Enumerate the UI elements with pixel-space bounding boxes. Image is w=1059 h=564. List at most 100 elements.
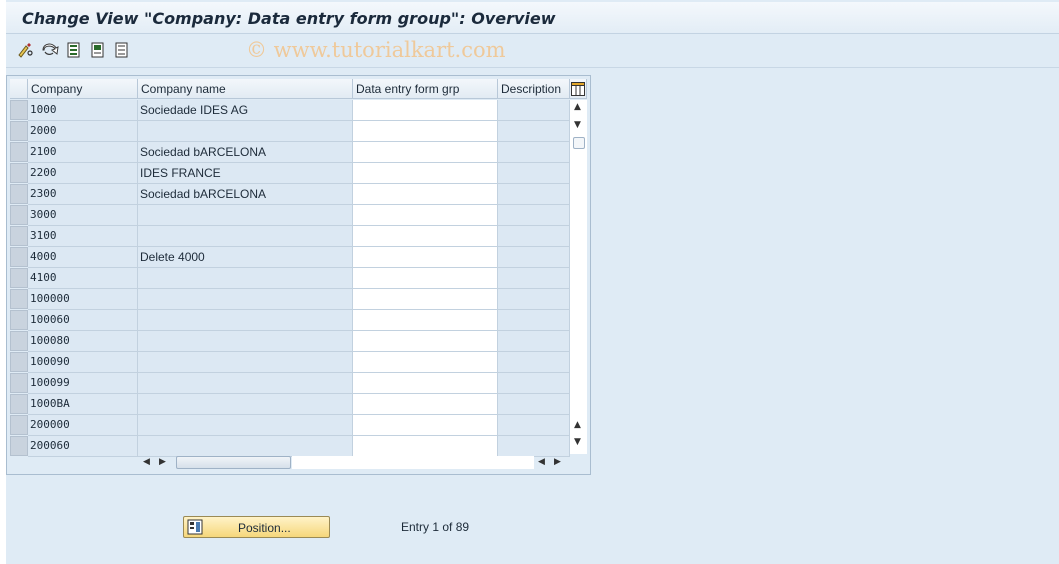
table-row: 4100 bbox=[10, 268, 570, 289]
table-row: 3100 bbox=[10, 226, 570, 247]
select-block-icon bbox=[91, 42, 104, 58]
row-selector[interactable] bbox=[10, 121, 28, 141]
description-cell bbox=[498, 226, 570, 247]
scroll-down-icon[interactable]: ▼ bbox=[574, 120, 581, 130]
scroll-page-down-icon[interactable]: ▼ bbox=[574, 437, 581, 447]
position-icon bbox=[187, 519, 203, 535]
column-header-description[interactable]: Description bbox=[498, 79, 570, 99]
company-code-cell: 3100 bbox=[28, 226, 138, 247]
data-entry-form-grp-input[interactable] bbox=[353, 310, 498, 331]
table-row: 100060 bbox=[10, 310, 570, 331]
row-selector[interactable] bbox=[10, 415, 28, 435]
data-entry-form-grp-input[interactable] bbox=[353, 289, 498, 310]
company-code-cell: 4000 bbox=[28, 247, 138, 268]
display-change-button[interactable] bbox=[16, 40, 36, 60]
table-row: 2100 Sociedad bARCELONA bbox=[10, 142, 570, 163]
scroll-page-up-icon[interactable]: ▲ bbox=[574, 420, 581, 430]
row-selector[interactable] bbox=[10, 100, 28, 120]
vertical-scrollbar[interactable]: ▲ ▼ ▲ ▼ bbox=[570, 100, 587, 454]
data-entry-form-grp-input[interactable] bbox=[353, 226, 498, 247]
company-code-cell: 100090 bbox=[28, 352, 138, 373]
scroll-page-right-icon[interactable]: ▶ bbox=[554, 457, 561, 467]
row-selector[interactable] bbox=[10, 436, 28, 456]
data-entry-form-grp-input[interactable] bbox=[353, 205, 498, 226]
company-code-cell: 200060 bbox=[28, 436, 138, 457]
table-control: Company Company name Data entry form grp… bbox=[6, 75, 591, 475]
select-block-button[interactable] bbox=[88, 40, 108, 60]
sap-window: Change View "Company: Data entry form gr… bbox=[0, 0, 1059, 564]
horizontal-scroll-track[interactable] bbox=[292, 456, 534, 469]
data-entry-form-grp-input[interactable] bbox=[353, 121, 498, 142]
row-selector[interactable] bbox=[10, 394, 28, 414]
company-name-cell: Delete 4000 bbox=[138, 247, 353, 268]
column-header-company-name[interactable]: Company name bbox=[138, 79, 353, 99]
row-selector[interactable] bbox=[10, 142, 28, 162]
data-entry-form-grp-input[interactable] bbox=[353, 163, 498, 184]
data-entry-form-grp-input[interactable] bbox=[353, 415, 498, 436]
row-selector[interactable] bbox=[10, 310, 28, 330]
company-name-cell bbox=[138, 289, 353, 310]
company-code-cell: 2200 bbox=[28, 163, 138, 184]
scroll-left-icon[interactable]: ◀ bbox=[143, 457, 150, 467]
company-code-cell: 2000 bbox=[28, 121, 138, 142]
select-all-rows-button[interactable] bbox=[10, 79, 28, 99]
company-code-cell: 4100 bbox=[28, 268, 138, 289]
page-title: Change View "Company: Data entry form gr… bbox=[22, 9, 556, 28]
scroll-page-left-icon[interactable]: ◀ bbox=[538, 457, 545, 467]
row-selector[interactable] bbox=[10, 184, 28, 204]
data-entry-form-grp-input[interactable] bbox=[353, 184, 498, 205]
company-name-cell bbox=[138, 226, 353, 247]
company-code-cell: 200000 bbox=[28, 415, 138, 436]
horizontal-scrollbar[interactable]: ◀ ▶ ◀ ▶ bbox=[137, 454, 570, 471]
table-row: 2200 IDES FRANCE bbox=[10, 163, 570, 184]
company-name-cell bbox=[138, 121, 353, 142]
data-entry-form-grp-input[interactable] bbox=[353, 142, 498, 163]
description-cell bbox=[498, 184, 570, 205]
row-selector[interactable] bbox=[10, 226, 28, 246]
select-all-icon bbox=[67, 42, 80, 58]
table-row: 100090 bbox=[10, 352, 570, 373]
row-selector[interactable] bbox=[10, 373, 28, 393]
data-entry-form-grp-input[interactable] bbox=[353, 352, 498, 373]
row-selector[interactable] bbox=[10, 352, 28, 372]
description-cell bbox=[498, 331, 570, 352]
description-cell bbox=[498, 394, 570, 415]
data-entry-form-grp-input[interactable] bbox=[353, 373, 498, 394]
column-header-company[interactable]: Company bbox=[28, 79, 138, 99]
select-all-button[interactable] bbox=[64, 40, 84, 60]
undo-icon bbox=[42, 43, 59, 55]
description-cell bbox=[498, 100, 570, 121]
horizontal-scroll-thumb[interactable] bbox=[176, 456, 291, 469]
row-selector[interactable] bbox=[10, 331, 28, 351]
description-cell bbox=[498, 163, 570, 184]
company-code-cell: 100000 bbox=[28, 289, 138, 310]
description-cell bbox=[498, 352, 570, 373]
company-name-cell bbox=[138, 373, 353, 394]
data-entry-form-grp-input[interactable] bbox=[353, 268, 498, 289]
row-selector[interactable] bbox=[10, 205, 28, 225]
data-entry-form-grp-input[interactable] bbox=[353, 100, 498, 121]
table-row: 100099 bbox=[10, 373, 570, 394]
undo-button[interactable] bbox=[40, 40, 60, 60]
position-button[interactable]: Position... bbox=[183, 516, 330, 538]
row-selector[interactable] bbox=[10, 247, 28, 267]
data-entry-form-grp-input[interactable] bbox=[353, 247, 498, 268]
row-selector[interactable] bbox=[10, 163, 28, 183]
table-settings-button[interactable] bbox=[570, 79, 587, 99]
vertical-scroll-thumb[interactable] bbox=[573, 137, 585, 149]
company-code-cell: 100080 bbox=[28, 331, 138, 352]
company-code-cell: 2300 bbox=[28, 184, 138, 205]
company-code-cell: 2100 bbox=[28, 142, 138, 163]
row-selector[interactable] bbox=[10, 268, 28, 288]
scroll-up-icon[interactable]: ▲ bbox=[574, 102, 581, 112]
company-name-cell bbox=[138, 415, 353, 436]
edit-glasses-icon bbox=[18, 43, 33, 58]
description-cell bbox=[498, 268, 570, 289]
column-header-data-entry-form-grp[interactable]: Data entry form grp bbox=[353, 79, 498, 99]
deselect-all-button[interactable] bbox=[112, 40, 132, 60]
row-selector[interactable] bbox=[10, 289, 28, 309]
scroll-right-icon[interactable]: ▶ bbox=[159, 457, 166, 467]
company-name-cell bbox=[138, 310, 353, 331]
data-entry-form-grp-input[interactable] bbox=[353, 394, 498, 415]
data-entry-form-grp-input[interactable] bbox=[353, 331, 498, 352]
